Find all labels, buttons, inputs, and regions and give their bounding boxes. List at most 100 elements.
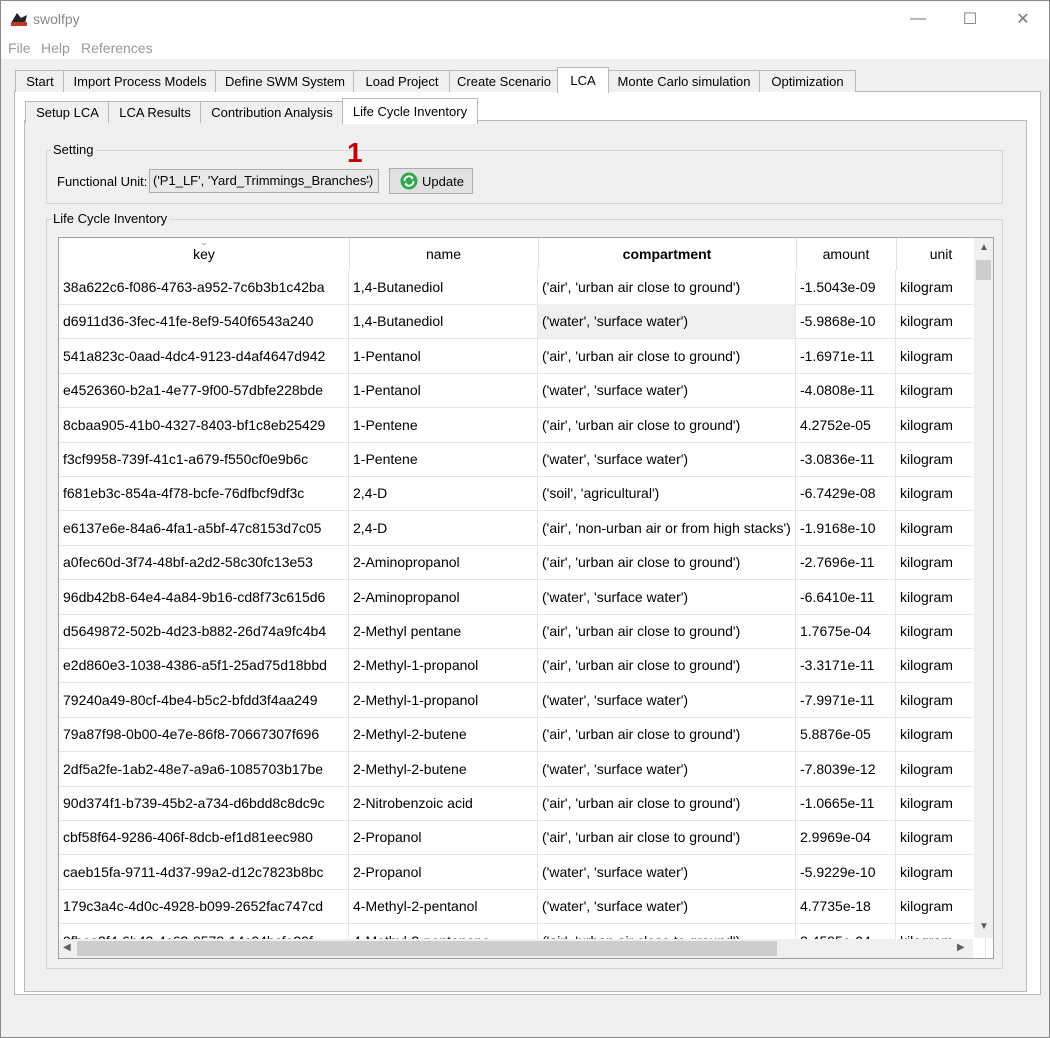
tab-monte-carlo-simulation[interactable]: Monte Carlo simulation (607, 70, 761, 92)
horizontal-scroll-thumb[interactable] (77, 941, 777, 956)
cell-key[interactable]: f681eb3c-854a-4f78-bcfe-76dfbcf9df3c (59, 476, 349, 511)
cell-amount[interactable]: -1.6971e-11 (796, 338, 896, 373)
scroll-right-icon[interactable]: ▶ (957, 942, 965, 953)
tab-optimization[interactable]: Optimization (759, 70, 856, 92)
cell-name[interactable]: 2-Methyl-1-propanol (349, 648, 538, 683)
cell-unit[interactable]: kilogram (896, 786, 986, 820)
cell-amount[interactable]: -1.9168e-10 (796, 510, 896, 545)
table-row[interactable]: a0fec60d-3f74-48bf-a2d2-58c30fc13e53 2-Am… (59, 545, 986, 581)
table-row[interactable]: caeb15fa-9711-4d37-99a2-d12c7823b8bc 2-Pr… (59, 854, 986, 890)
menu-help[interactable]: Help (41, 40, 70, 56)
cell-key[interactable]: 38a622c6-f086-4763-a952-7c6b3b1c42ba (59, 270, 349, 304)
cell-key[interactable]: e4526360-b2a1-4e77-9f00-57dbfe228bde (59, 373, 349, 408)
table-row[interactable]: 90d374f1-b739-45b2-a734-d6bdd8c8dc9c 2-Ni… (59, 786, 986, 821)
table-row[interactable]: 96db42b8-64e4-4a84-9b16-cd8f73c615d6 2-Am… (59, 579, 986, 615)
cell-unit[interactable]: kilogram (896, 545, 986, 580)
table-row[interactable]: 79240a49-80cf-4be4-b5c2-bfdd3f4aa249 2-Me… (59, 682, 986, 718)
cell-compartment[interactable]: ('air', 'urban air close to ground') (538, 270, 796, 304)
cell-name[interactable]: 2-Methyl-1-propanol (349, 682, 538, 717)
cell-amount[interactable]: 4.2752e-05 (796, 407, 896, 442)
cell-unit[interactable]: kilogram (896, 682, 986, 717)
cell-unit[interactable]: kilogram (896, 854, 986, 889)
table-row[interactable]: 8cbaa905-41b0-4327-8403-bf1c8eb25429 1-Pe… (59, 407, 986, 443)
table-row[interactable]: 2df5a2fe-1ab2-48e7-a9a6-1085703b17be 2-Me… (59, 751, 986, 787)
cell-amount[interactable]: -7.9971e-11 (796, 682, 896, 717)
cell-amount[interactable]: -3.0836e-11 (796, 442, 896, 476)
tab-lca[interactable]: LCA (557, 67, 609, 93)
cell-amount[interactable]: 5.8876e-05 (796, 717, 896, 752)
tab-contribution-analysis[interactable]: Contribution Analysis (200, 101, 344, 123)
cell-name[interactable]: 1,4-Butanediol (349, 304, 538, 339)
cell-name[interactable]: 2-Propanol (349, 820, 538, 855)
table-row[interactable]: d6911d36-3fec-41fe-8ef9-540f6543a240 1,4-… (59, 304, 986, 340)
cell-amount[interactable]: -7.8039e-12 (796, 751, 896, 786)
tab-setup-lca[interactable]: Setup LCA (25, 101, 110, 123)
cell-unit[interactable]: kilogram (896, 717, 986, 752)
functional-unit-select[interactable]: ('P1_LF', 'Yard_Trimmings_Branches') ⌄ (149, 169, 379, 193)
column-header-compartment[interactable]: compartment (538, 238, 797, 270)
cell-name[interactable]: 2,4-D (349, 510, 538, 545)
tab-start[interactable]: Start (15, 70, 65, 92)
cell-name[interactable]: 2,4-D (349, 476, 538, 511)
cell-name[interactable]: 2-Aminopropanol (349, 545, 538, 580)
vertical-scrollbar[interactable]: ▲ ▼ (974, 238, 993, 938)
cell-compartment[interactable]: ('water', 'surface water') (538, 889, 796, 924)
cell-key[interactable]: e2d860e3-1038-4386-a5f1-25ad75d18bbd (59, 648, 349, 683)
table-row[interactable]: f681eb3c-854a-4f78-bcfe-76dfbcf9df3c 2,4-… (59, 476, 986, 512)
table-row[interactable]: d5649872-502b-4d23-b882-26d74a9fc4b4 2-Me… (59, 614, 986, 649)
horizontal-scrollbar[interactable]: ◀ ▶ (59, 939, 973, 958)
cell-amount[interactable]: -1.5043e-09 (796, 270, 896, 304)
cell-compartment[interactable]: ('air', 'non-urban air or from high stac… (538, 510, 796, 545)
cell-compartment[interactable]: ('water', 'surface water') (538, 751, 796, 786)
cell-amount[interactable]: -4.0808e-11 (796, 373, 896, 408)
cell-key[interactable]: d6911d36-3fec-41fe-8ef9-540f6543a240 (59, 304, 349, 339)
cell-unit[interactable]: kilogram (896, 820, 986, 855)
close-button[interactable]: ✕ (1000, 5, 1046, 33)
cell-unit[interactable]: kilogram (896, 614, 986, 648)
cell-compartment[interactable]: ('air', 'urban air close to ground') (538, 545, 796, 580)
cell-compartment[interactable]: ('air', 'urban air close to ground') (538, 338, 796, 373)
update-button[interactable]: Update (389, 168, 473, 194)
cell-amount[interactable]: 2.9969e-04 (796, 820, 896, 855)
cell-name[interactable]: 1-Pentene (349, 407, 538, 442)
cell-compartment[interactable]: ('water', 'surface water') (538, 579, 796, 614)
cell-key[interactable]: 8cbaa905-41b0-4327-8403-bf1c8eb25429 (59, 407, 349, 442)
cell-compartment[interactable]: ('water', 'surface water') (538, 682, 796, 717)
cell-name[interactable]: 2-Methyl-2-butene (349, 751, 538, 786)
cell-compartment[interactable]: ('air', 'urban air close to ground') (538, 407, 796, 442)
tab-life-cycle-inventory[interactable]: Life Cycle Inventory (342, 98, 478, 124)
cell-key[interactable]: 79240a49-80cf-4be4-b5c2-bfdd3f4aa249 (59, 682, 349, 717)
cell-amount[interactable]: -5.9229e-10 (796, 854, 896, 889)
cell-name[interactable]: 2-Nitrobenzoic acid (349, 786, 538, 820)
cell-amount[interactable]: 1.7675e-04 (796, 614, 896, 648)
menu-references[interactable]: References (81, 40, 153, 56)
cell-unit[interactable]: kilogram (896, 407, 986, 442)
cell-name[interactable]: 1-Pentene (349, 442, 538, 476)
tab-import-process-models[interactable]: Import Process Models (63, 70, 217, 92)
cell-key[interactable]: 90d374f1-b739-45b2-a734-d6bdd8c8dc9c (59, 786, 349, 820)
cell-compartment[interactable]: ('water', 'surface water') (538, 854, 796, 889)
cell-unit[interactable]: kilogram (896, 304, 986, 339)
cell-compartment[interactable]: ('water', 'surface water') (538, 442, 796, 476)
vertical-scroll-thumb[interactable] (976, 260, 991, 280)
cell-key[interactable]: cbf58f64-9286-406f-8dcb-ef1d81eec980 (59, 820, 349, 855)
cell-amount[interactable]: -6.7429e-08 (796, 476, 896, 511)
cell-name[interactable]: 2-Methyl-2-butene (349, 717, 538, 752)
cell-amount[interactable]: -2.7696e-11 (796, 545, 896, 580)
table-row[interactable]: e6137e6e-84a6-4fa1-a5bf-47c8153d7c05 2,4-… (59, 510, 986, 546)
cell-name[interactable]: 2-Aminopropanol (349, 579, 538, 614)
cell-amount[interactable]: -5.9868e-10 (796, 304, 896, 339)
cell-key[interactable]: 79a87f98-0b00-4e7e-86f8-70667307f696 (59, 717, 349, 752)
maximize-button[interactable]: ☐ (947, 5, 993, 33)
cell-key[interactable]: 2df5a2fe-1ab2-48e7-a9a6-1085703b17be (59, 751, 349, 786)
scroll-down-icon[interactable]: ▼ (979, 921, 989, 932)
cell-key[interactable]: a0fec60d-3f74-48bf-a2d2-58c30fc13e53 (59, 545, 349, 580)
column-header-name[interactable]: name (349, 238, 539, 270)
tab-load-project[interactable]: Load Project (353, 70, 451, 92)
cell-compartment[interactable]: ('water', 'surface water') (538, 304, 796, 339)
cell-compartment[interactable]: ('soil', 'agricultural') (538, 476, 796, 511)
cell-unit[interactable]: kilogram (896, 373, 986, 408)
cell-compartment[interactable]: ('air', 'urban air close to ground') (538, 614, 796, 648)
table-row[interactable]: cbf58f64-9286-406f-8dcb-ef1d81eec980 2-Pr… (59, 820, 986, 856)
cell-unit[interactable]: kilogram (896, 889, 986, 924)
